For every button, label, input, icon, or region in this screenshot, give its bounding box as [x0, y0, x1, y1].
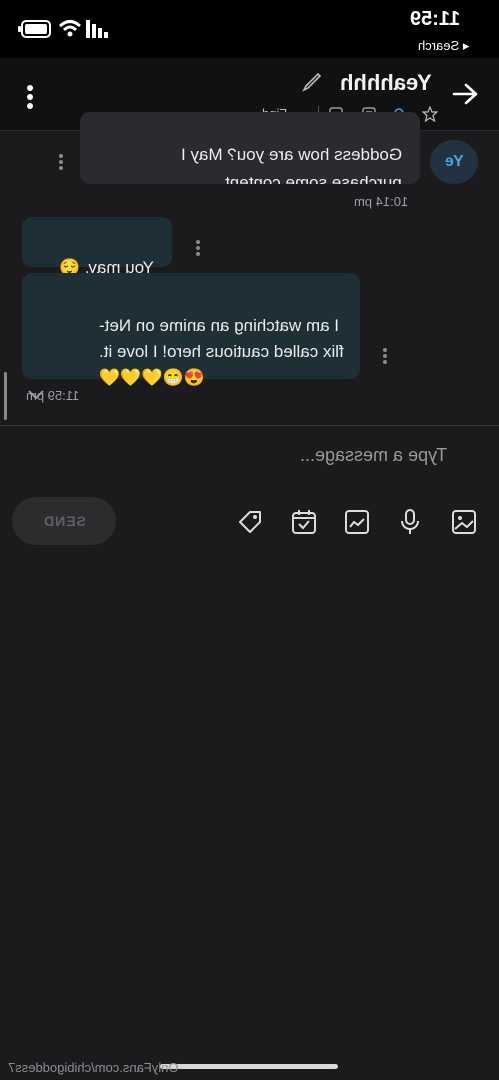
battery-icon [18, 20, 52, 43]
outgoing-message-bubble: You may. 😌 [22, 217, 172, 277]
message-options-icon[interactable] [59, 152, 63, 172]
media-icon[interactable] [450, 508, 478, 536]
status-time: 11:59 [410, 8, 461, 30]
incoming-message-bubble: Goddess how are you? May I purchase some… [80, 112, 420, 184]
star-icon[interactable] [421, 105, 439, 127]
more-options-button[interactable] [24, 84, 36, 115]
home-indicator[interactable] [160, 1064, 338, 1069]
message-options-icon[interactable] [383, 346, 387, 366]
message-text: purchase some content [225, 173, 402, 184]
scroll-indicator [4, 372, 7, 420]
chevron-down-icon[interactable] [26, 388, 46, 407]
microphone-icon[interactable] [396, 508, 424, 536]
send-button[interactable]: SEND [12, 497, 116, 545]
vault-icon[interactable] [343, 508, 371, 536]
status-bar: 11:59 ◂ Search [0, 0, 499, 58]
price-tag-icon[interactable] [236, 508, 264, 536]
back-arrow-icon[interactable] [452, 82, 480, 111]
watermark: OnlyFans.com/chibigoddess7 [8, 1060, 179, 1075]
chat-title: Yeahhhh [340, 70, 432, 95]
edit-name-icon[interactable] [302, 72, 322, 97]
schedule-icon[interactable] [290, 508, 318, 536]
message-time: 10:14 pm [354, 194, 409, 209]
back-to-app-link[interactable]: ◂ Search [418, 38, 469, 54]
wifi-icon [58, 18, 82, 43]
avatar[interactable]: Ye [430, 140, 478, 184]
message-options-icon[interactable] [196, 238, 200, 258]
composer-divider [0, 425, 499, 426]
message-text: I am watching an anime on Net- flix call… [99, 316, 344, 387]
message-input[interactable]: Type a message... [300, 445, 480, 466]
signal-icon [86, 20, 110, 43]
outgoing-message-bubble: I am watching an anime on Net- flix call… [22, 273, 360, 387]
